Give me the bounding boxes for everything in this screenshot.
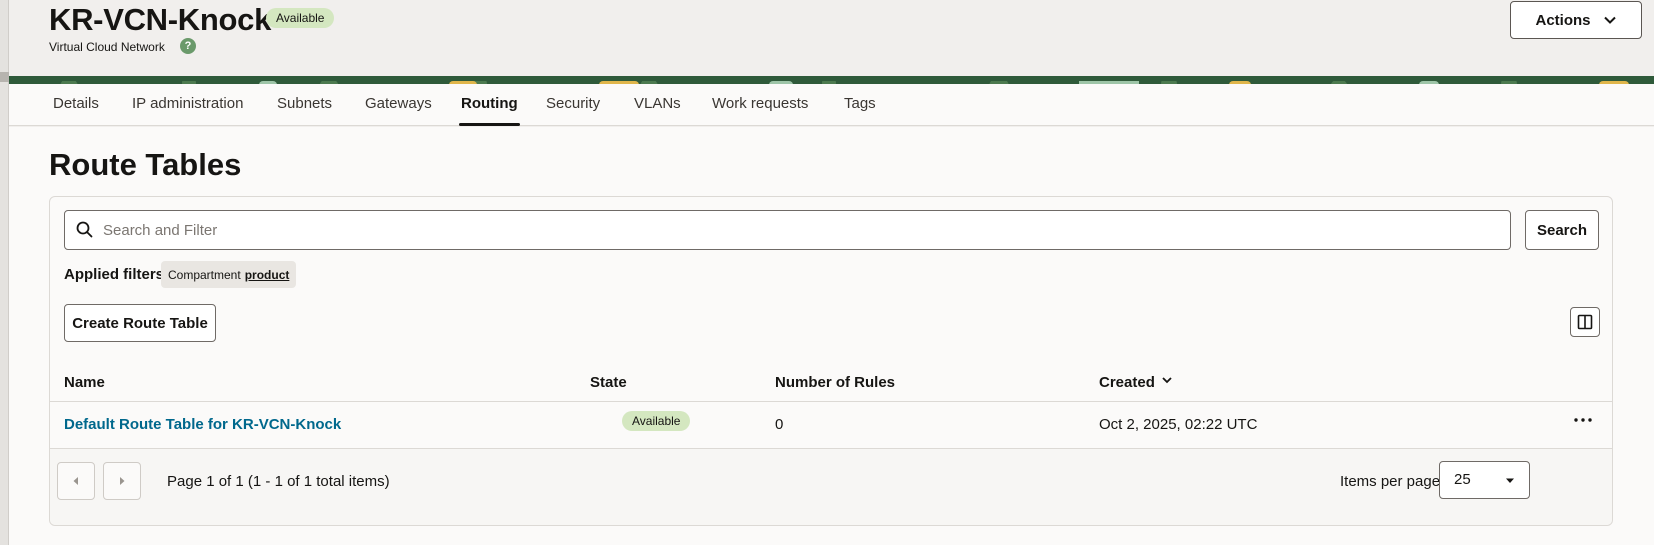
chevron-down-icon [1603, 16, 1616, 24]
tab-ip-administration[interactable]: IP administration [132, 84, 243, 126]
sort-descending-icon[interactable] [1160, 373, 1174, 387]
items-per-page-select[interactable]: 25 [1439, 461, 1530, 499]
filter-chip-value[interactable]: product [245, 268, 290, 282]
pagination-footer: Page 1 of 1 (1 - 1 of 1 total items) Ite… [50, 448, 1612, 525]
tab-vlans[interactable]: VLANs [634, 84, 681, 126]
tab-work-requests[interactable]: Work requests [712, 84, 808, 126]
search-icon [76, 221, 93, 238]
actions-button-label: Actions [1535, 11, 1591, 29]
column-header-name[interactable]: Name [64, 374, 105, 391]
create-route-table-button[interactable]: Create Route Table [64, 304, 216, 342]
nav-rail-stripe [0, 72, 9, 82]
filter-chip-compartment[interactable]: Compartment product [161, 261, 297, 288]
filter-chip-name: Compartment [168, 267, 241, 282]
resource-type-label: Virtual Cloud Network [49, 40, 165, 54]
applied-filters-label: Applied filters [64, 266, 165, 283]
search-field[interactable] [64, 210, 1511, 250]
tab-details[interactable]: Details [53, 84, 99, 126]
route-tables-panel: Search Applied filters Compartment produ… [49, 196, 1613, 526]
tab-gateways[interactable]: Gateways [365, 84, 432, 126]
main-content: Route Tables Search Applied filters Comp… [9, 127, 1654, 545]
pagination-info: Page 1 of 1 (1 - 1 of 1 total items) [167, 473, 390, 490]
column-header-created[interactable]: Created [1099, 374, 1155, 391]
tab-routing[interactable]: Routing [459, 84, 520, 126]
tab-subnets[interactable]: Subnets [277, 84, 332, 126]
column-header-state[interactable]: State [590, 374, 627, 391]
page-header: KR-VCN-Knock Available Virtual Cloud Net… [9, 0, 1654, 76]
row-created-date: Oct 2, 2025, 02:22 UTC [1099, 416, 1258, 433]
row-actions-menu[interactable] [1571, 410, 1595, 430]
manage-columns-button[interactable] [1570, 307, 1600, 337]
row-rules-count: 0 [775, 416, 784, 433]
tab-tags[interactable]: Tags [844, 84, 876, 126]
decorative-banner [9, 76, 1654, 84]
caret-left-icon [73, 477, 78, 485]
more-options-icon [1574, 418, 1592, 422]
previous-page-button[interactable] [57, 462, 95, 500]
status-badge: Available [266, 8, 335, 28]
route-table-name-link[interactable]: Default Route Table for KR-VCN-Knock [64, 416, 341, 433]
caret-right-icon [120, 477, 125, 485]
search-input[interactable] [103, 211, 1503, 249]
page-title: Route Tables [49, 147, 242, 182]
table-header-divider [50, 401, 1612, 402]
actions-button[interactable]: Actions [1510, 1, 1642, 39]
columns-icon [1577, 314, 1593, 330]
row-status-badge: Available [622, 411, 691, 431]
caret-down-icon [1506, 478, 1514, 483]
column-header-rules[interactable]: Number of Rules [775, 374, 895, 391]
resource-title: KR-VCN-Knock [49, 2, 272, 37]
items-per-page-label: Items per page [1340, 473, 1441, 490]
next-page-button[interactable] [103, 462, 141, 500]
resource-tabs: Details IP administration Subnets Gatewa… [9, 84, 1654, 126]
tab-security[interactable]: Security [546, 84, 600, 126]
help-icon[interactable]: ? [180, 38, 196, 54]
search-button[interactable]: Search [1525, 210, 1599, 250]
items-per-page-value: 25 [1454, 471, 1471, 488]
left-nav-rail [0, 0, 9, 545]
